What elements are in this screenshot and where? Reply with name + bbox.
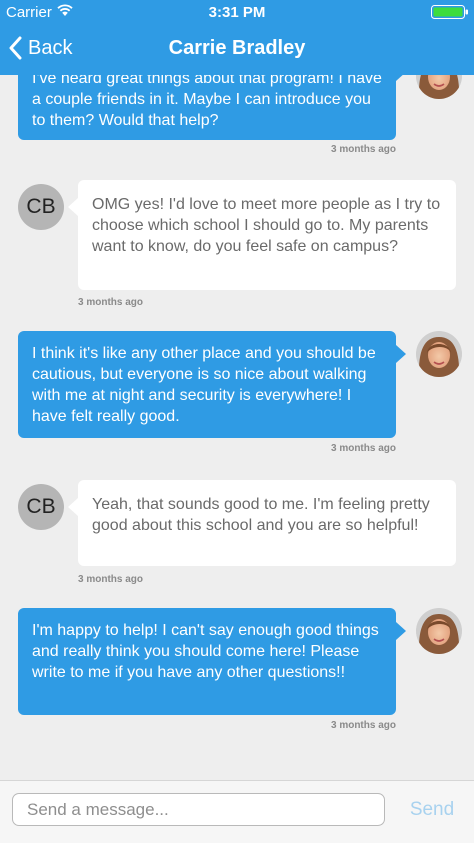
message-bubble: I think it's like any other place and yo… — [18, 331, 396, 438]
message-timestamp: 3 months ago — [78, 574, 144, 585]
bubble-tail — [68, 498, 78, 516]
avatar-photo — [416, 608, 462, 654]
message-outgoing: I'm happy to help! I can't say enough go… — [0, 608, 474, 738]
page-title: Carrie Bradley — [168, 37, 306, 59]
avatar-photo — [416, 331, 462, 377]
message-timestamp: 3 months ago — [78, 297, 144, 308]
avatar-photo — [416, 75, 462, 99]
message-text: OMG yes! I'd love to meet more people as… — [92, 196, 441, 255]
message-bubble: Yeah, that sounds good to me. I'm feelin… — [78, 480, 456, 566]
message-text: I'm happy to help! I can't say enough go… — [32, 622, 379, 681]
message-text: I've heard great things about that progr… — [32, 75, 382, 129]
message-list[interactable]: I've heard great things about that progr… — [0, 75, 474, 780]
status-time: 3:31 PM — [208, 4, 266, 21]
battery-icon — [431, 5, 468, 19]
bubble-tail — [396, 345, 406, 363]
message-outgoing: I think it's like any other place and yo… — [0, 331, 474, 461]
message-incoming: CB Yeah, that sounds good to me. I'm fee… — [0, 480, 474, 590]
bubble-tail — [396, 75, 406, 81]
avatar: CB — [18, 184, 64, 230]
app-header: Carrier 3:31 PM Back Carrie Bradley — [0, 0, 474, 75]
send-button[interactable]: Send — [405, 799, 459, 821]
message-input[interactable] — [12, 793, 385, 826]
message-outgoing: I've heard great things about that progr… — [0, 75, 474, 165]
message-incoming: CB OMG yes! I'd love to meet more people… — [0, 180, 474, 310]
status-bar: Carrier 3:31 PM — [0, 0, 474, 24]
message-bubble: OMG yes! I'd love to meet more people as… — [78, 180, 456, 290]
nav-bar: Back Carrie Bradley — [0, 24, 474, 75]
avatar: CB — [18, 484, 64, 530]
message-timestamp: 3 months ago — [330, 144, 396, 155]
message-text: I think it's like any other place and yo… — [32, 345, 376, 425]
bubble-tail — [396, 622, 406, 640]
message-timestamp: 3 months ago — [330, 443, 396, 454]
message-bubble: I've heard great things about that progr… — [18, 75, 396, 140]
bubble-tail — [68, 198, 78, 216]
message-composer: Send — [0, 780, 474, 843]
message-bubble: I'm happy to help! I can't say enough go… — [18, 608, 396, 715]
message-timestamp: 3 months ago — [330, 720, 396, 731]
message-text: Yeah, that sounds good to me. I'm feelin… — [92, 496, 430, 534]
